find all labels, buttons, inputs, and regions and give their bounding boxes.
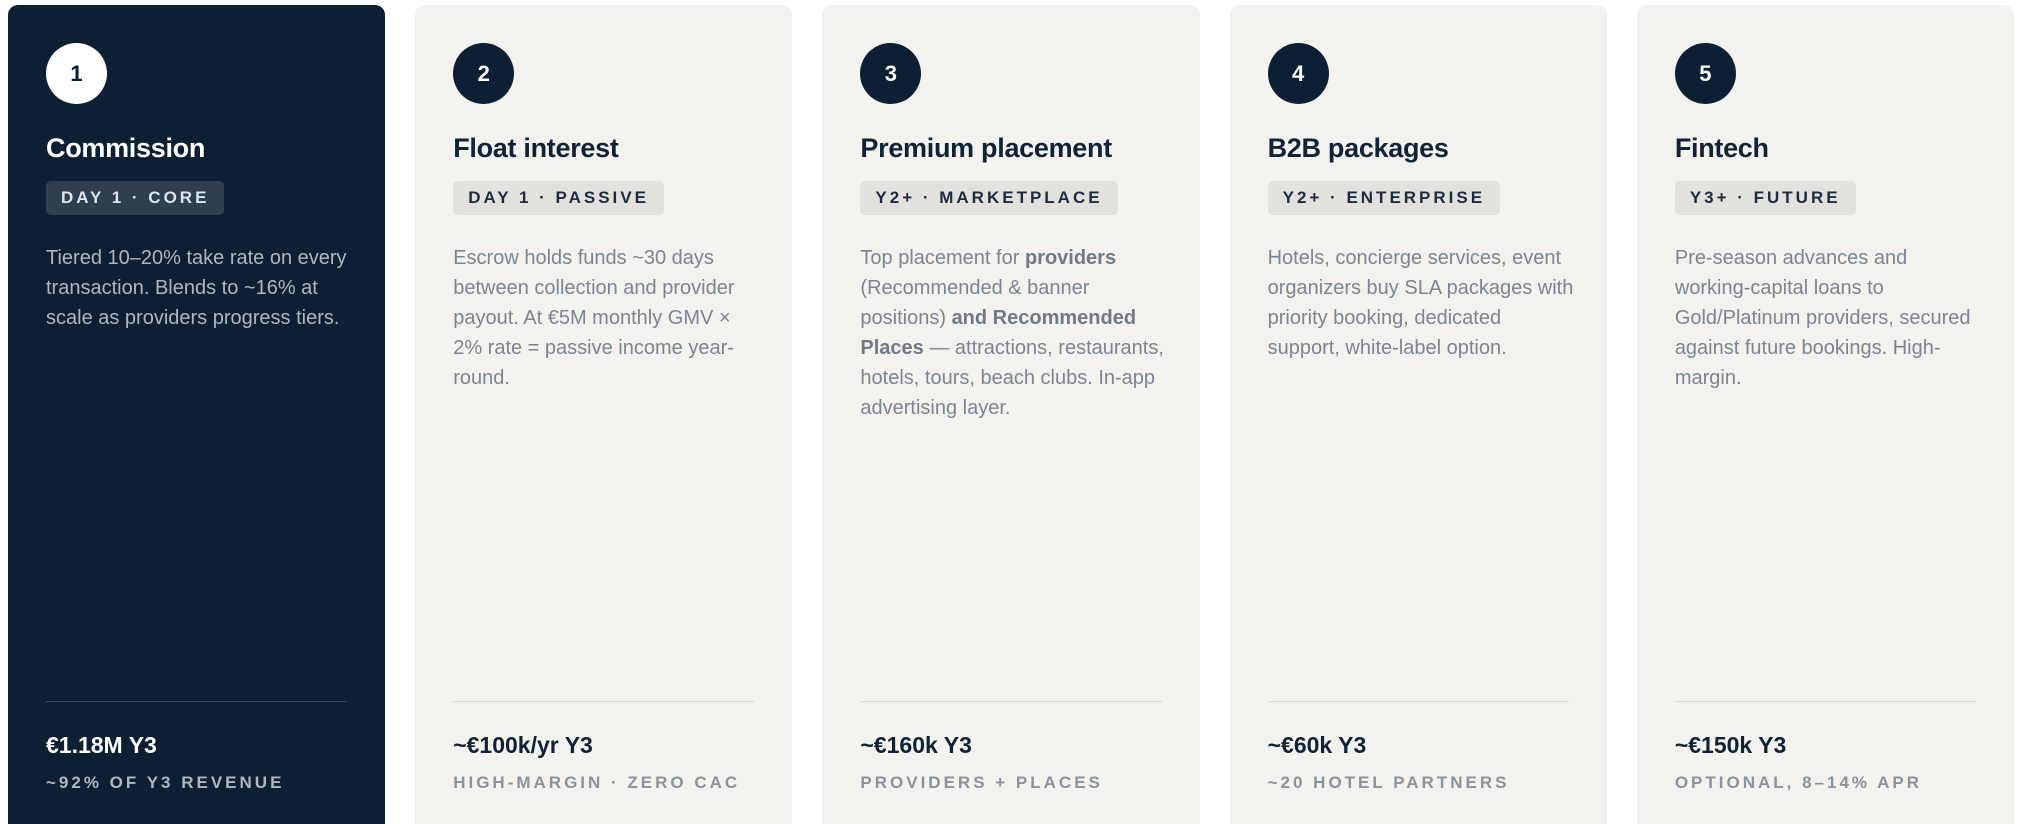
- step-number-badge: 3: [860, 43, 922, 104]
- revenue-card-fintech: 5 Fintech Y3+ · FUTURE Pre-season advanc…: [1636, 5, 2015, 824]
- description-emphasis: providers: [1024, 247, 1117, 269]
- card-tag: Y2+ · MARKETPLACE: [860, 181, 1118, 215]
- step-number-badge: 2: [453, 43, 515, 104]
- revenue-card-float-interest: 2 Float interest DAY 1 · PASSIVE Escrow …: [415, 5, 793, 824]
- revenue-card-commission: 1 Commission DAY 1 · CORE Tiered 10–20% …: [8, 5, 386, 824]
- card-metric: ~€100k/yr Y3: [453, 732, 593, 758]
- card-title: B2B packages: [1267, 133, 1449, 163]
- card-description: Pre-season advances and working-capital …: [1674, 247, 1971, 389]
- card-title: Float interest: [453, 133, 619, 163]
- card-metric-subtext: HIGH-MARGIN · ZERO CAC: [453, 773, 741, 792]
- card-divider: [1674, 701, 1977, 702]
- card-metric: ~€160k Y3: [860, 732, 972, 758]
- card-divider: [1267, 701, 1569, 702]
- card-metric-subtext: ~92% OF Y3 REVENUE: [46, 773, 285, 792]
- card-tag: Y3+ · FUTURE: [1674, 181, 1856, 215]
- revenue-card-premium-placement: 3 Premium placement Y2+ · MARKETPLACE To…: [822, 5, 1200, 824]
- card-metric-subtext: ~20 HOTEL PARTNERS: [1267, 773, 1510, 792]
- card-metric: ~€60k Y3: [1267, 732, 1367, 758]
- card-tag: DAY 1 · PASSIVE: [453, 181, 664, 215]
- card-metric-subtext: OPTIONAL, 8–14% APR: [1674, 773, 1923, 792]
- card-title: Commission: [46, 133, 206, 163]
- card-title: Fintech: [1674, 133, 1769, 163]
- card-description: Tiered 10–20% take rate on every transac…: [46, 247, 347, 329]
- card-metric: ~€150k Y3: [1674, 732, 1787, 758]
- card-description: Escrow holds funds ~30 days between coll…: [453, 247, 735, 389]
- step-number-badge: 5: [1674, 43, 1736, 104]
- revenue-streams-row: 1 Commission DAY 1 · CORE Tiered 10–20% …: [8, 5, 2015, 824]
- card-title: Premium placement: [860, 133, 1112, 163]
- card-metric: €1.18M Y3: [46, 732, 157, 758]
- card-description: Top placement for providers (Recommended…: [860, 243, 1170, 423]
- card-tag: Y2+ · ENTERPRISE: [1267, 181, 1501, 215]
- step-number-badge: 1: [46, 43, 107, 104]
- description-text: Top placement for: [860, 247, 1025, 269]
- step-number-badge: 4: [1267, 43, 1329, 104]
- card-divider: [46, 701, 348, 702]
- card-divider: [453, 701, 755, 702]
- card-tag: DAY 1 · CORE: [46, 181, 225, 215]
- card-divider: [860, 701, 1162, 702]
- card-metric-subtext: PROVIDERS + PLACES: [860, 773, 1103, 792]
- revenue-card-b2b-packages: 4 B2B packages Y2+ · ENTERPRISE Hotels, …: [1229, 5, 1607, 824]
- card-description: Hotels, concierge services, event organi…: [1267, 247, 1574, 359]
